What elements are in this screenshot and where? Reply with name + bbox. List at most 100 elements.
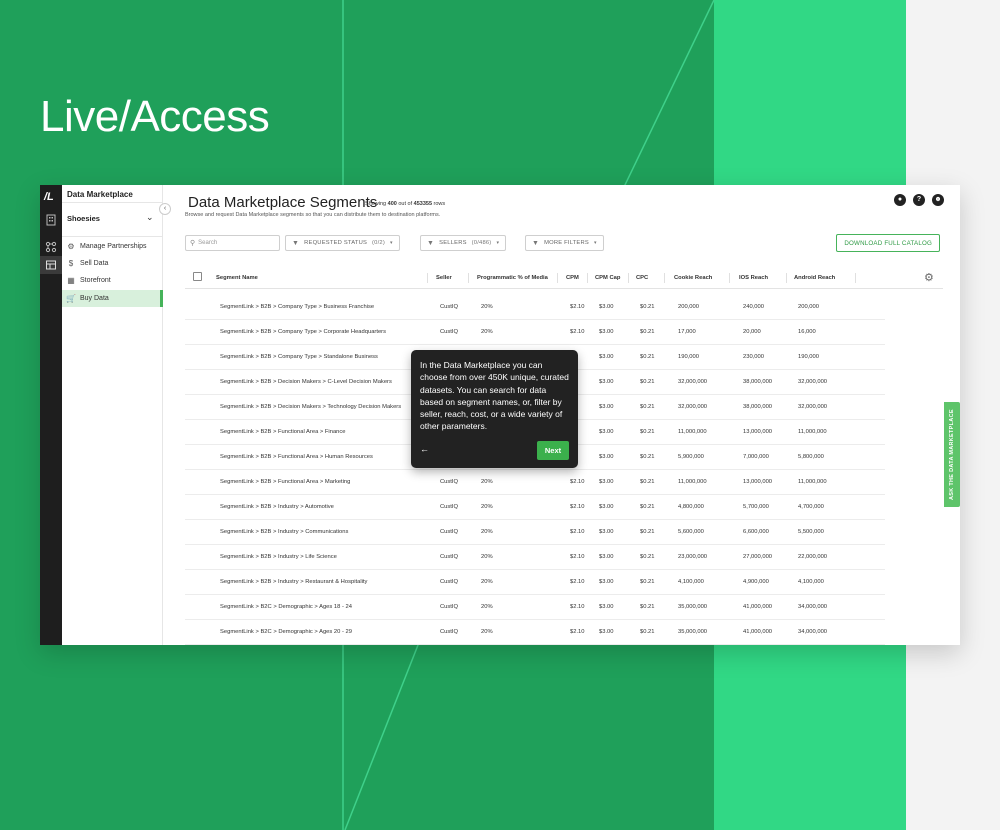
- filter-more[interactable]: ▼ MORE FILTERS ▾: [525, 235, 604, 251]
- cell-android-reach: 200,000: [798, 304, 819, 310]
- cell-segment-name: SegmentLink > B2B > Industry > Communica…: [220, 529, 349, 535]
- cell-programmatic: 20%: [481, 504, 493, 510]
- brand-logo: /L: [44, 191, 54, 203]
- app-name: Data Marketplace: [67, 190, 133, 199]
- cell-cpc: $0.21: [640, 404, 655, 410]
- cell-cpc: $0.21: [640, 504, 655, 510]
- cell-android-reach: 22,000,000: [798, 554, 828, 560]
- cell-android-reach: 32,000,000: [798, 379, 828, 385]
- cell-cpc: $0.21: [640, 479, 655, 485]
- cell-ios-reach: 13,000,000: [743, 429, 773, 435]
- cell-segment-name: SegmentLink > B2B > Industry > Life Scie…: [220, 554, 337, 560]
- column-header[interactable]: IOS Reach: [739, 267, 768, 289]
- cell-cookie-reach: 32,000,000: [678, 379, 708, 385]
- table-row[interactable]: SegmentLink > B2C > Demographic > Ages 2…: [185, 620, 885, 645]
- table-row[interactable]: SegmentLink > B2B > Industry > Automotiv…: [185, 495, 885, 520]
- cell-programmatic: 20%: [481, 304, 493, 310]
- column-header[interactable]: Android Reach: [794, 267, 835, 289]
- next-button[interactable]: Next: [537, 441, 569, 460]
- cell-ios-reach: 38,000,000: [743, 379, 773, 385]
- filter-icon: ▼: [292, 239, 300, 247]
- cell-seller: CustIQ: [440, 304, 459, 310]
- sidebar-item-buy-data[interactable]: 🛒 Buy Data: [62, 290, 163, 307]
- table-row[interactable]: SegmentLink > B2B > Company Type > Busin…: [185, 295, 885, 320]
- filter-sellers[interactable]: ▼ SELLERS (0/486) ▾: [420, 235, 507, 251]
- user-icon[interactable]: ☻: [932, 194, 944, 206]
- marketplace-icon[interactable]: [45, 259, 57, 271]
- cell-cpc: $0.21: [640, 304, 655, 310]
- cell-segment-name: SegmentLink > B2B > Industry > Automotiv…: [220, 504, 334, 510]
- download-catalog-button[interactable]: DOWNLOAD FULL CATALOG: [836, 234, 940, 252]
- table-row[interactable]: SegmentLink > B2B > Industry > Life Scie…: [185, 545, 885, 570]
- sidebar-item-label: Manage Partnerships: [80, 243, 147, 250]
- column-header[interactable]: CPC: [636, 267, 648, 289]
- column-divider: [664, 273, 665, 283]
- cell-cpm: $2.10: [570, 304, 585, 310]
- column-header[interactable]: Cookie Reach: [674, 267, 712, 289]
- cell-cpm: $2.10: [570, 329, 585, 335]
- chevron-down-icon[interactable]: ⌄: [146, 212, 154, 223]
- cell-segment-name: SegmentLink > B2B > Company Type > Corpo…: [220, 329, 387, 335]
- cell-cpm-cap: $3.00: [599, 429, 614, 435]
- column-header[interactable]: Segment Name: [216, 267, 258, 289]
- table-row[interactable]: SegmentLink > B2C > Demographic > Ages 1…: [185, 595, 885, 620]
- cell-segment-name: SegmentLink > B2B > Functional Area > Fi…: [220, 429, 346, 435]
- side-navigation: Data Marketplace Shoesies ⌄ ⚙ Manage Par…: [62, 185, 163, 645]
- sidebar-item-label: Buy Data: [80, 295, 109, 302]
- cell-cookie-reach: 190,000: [678, 354, 699, 360]
- column-header[interactable]: Programmatic % of Media: [477, 267, 548, 289]
- cell-cookie-reach: 200,000: [678, 304, 699, 310]
- cell-cpm-cap: $3.00: [599, 329, 614, 335]
- table-row[interactable]: SegmentLink > B2B > Functional Area > Ma…: [185, 470, 885, 495]
- icon-rail: /L: [40, 185, 62, 645]
- building-icon[interactable]: [45, 214, 57, 226]
- table-row[interactable]: SegmentLink > B2B > Company Type > Corpo…: [185, 320, 885, 345]
- cell-cpm: $2.10: [570, 529, 585, 535]
- org-selector[interactable]: Shoesies: [67, 214, 100, 223]
- search-placeholder: Search: [198, 240, 218, 246]
- table-row[interactable]: SegmentLink > B2B > Industry > Communica…: [185, 520, 885, 545]
- cell-programmatic: 20%: [481, 329, 493, 335]
- cell-cookie-reach: 11,000,000: [678, 429, 707, 435]
- store-icon: ▦: [67, 276, 75, 285]
- cell-android-reach: 34,000,000: [798, 604, 828, 610]
- gear-icon[interactable]: ⚙: [924, 271, 934, 284]
- cell-cpm: $2.10: [570, 554, 585, 560]
- cell-ios-reach: 13,000,000: [743, 479, 773, 485]
- table-row[interactable]: SegmentLink > B2B > Industry > Restauran…: [185, 570, 885, 595]
- search-input[interactable]: ⚲ Search: [185, 235, 280, 251]
- column-header[interactable]: CPM Cap: [595, 267, 620, 289]
- help-icon[interactable]: ?: [913, 194, 925, 206]
- bell-icon[interactable]: ●: [894, 194, 906, 206]
- cell-cpc: $0.21: [640, 329, 655, 335]
- network-icon[interactable]: [45, 241, 57, 253]
- cell-segment-name: SegmentLink > B2B > Company Type > Busin…: [220, 304, 375, 310]
- cell-cpm: $2.10: [570, 629, 585, 635]
- cell-android-reach: 190,000: [798, 354, 819, 360]
- showing-suffix: rows: [432, 201, 446, 207]
- cell-cpm-cap: $3.00: [599, 629, 614, 635]
- page-title: Data Marketplace Segments: [188, 194, 378, 211]
- showing-mid: out of: [396, 201, 414, 207]
- sidebar-item-sell-data[interactable]: $ Sell Data: [62, 255, 163, 272]
- dollar-icon: $: [68, 259, 74, 268]
- column-header[interactable]: CPM: [566, 267, 579, 289]
- cell-cpc: $0.21: [640, 529, 655, 535]
- cell-seller: CustIQ: [440, 479, 459, 485]
- sidebar-item-storefront[interactable]: ▦ Storefront: [62, 272, 163, 289]
- filter-requested-status[interactable]: ▼ REQUESTED STATUS (0/2) ▾: [285, 235, 400, 251]
- back-arrow-icon[interactable]: ←: [420, 444, 429, 454]
- cell-android-reach: 4,700,000: [798, 504, 824, 510]
- cell-cpm: $2.10: [570, 479, 585, 485]
- caret-down-icon: ▾: [389, 240, 393, 246]
- divider: [62, 202, 163, 203]
- cell-seller: CustIQ: [440, 504, 459, 510]
- column-header[interactable]: Seller: [436, 267, 452, 289]
- cell-ios-reach: 4,900,000: [743, 579, 769, 585]
- cell-ios-reach: 230,000: [743, 354, 764, 360]
- cell-android-reach: 4,100,000: [798, 579, 824, 585]
- sidebar-item-manage-partnerships[interactable]: ⚙ Manage Partnerships: [62, 238, 163, 255]
- ask-marketplace-tab[interactable]: ASK THE DATA MARKETPLACE: [944, 402, 960, 507]
- cell-seller: CustIQ: [440, 579, 459, 585]
- filter-icon: ▼: [427, 239, 435, 247]
